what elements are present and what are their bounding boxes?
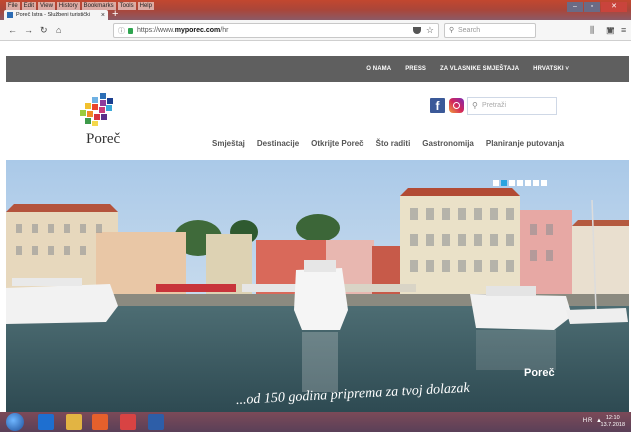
language-select[interactable]: HRVATSKI ˅ — [533, 66, 569, 72]
window-title-bar: File Edit View History Bookmarks Tools H… — [0, 0, 631, 20]
top-links: O NAMA PRESS ZA VLASNIKE SMJEŠTAJA HRVAT… — [366, 56, 569, 82]
navigation-toolbar: ← → ↻ ⌂ ⓘ https://www.myporec.com/hr •••… — [0, 20, 631, 41]
tab-title: Poreč Istra - Službeni turistički — [16, 12, 90, 18]
instagram-icon[interactable] — [449, 98, 464, 113]
firefox-icon[interactable] — [92, 414, 108, 430]
minimize-button[interactable]: – — [567, 2, 583, 12]
tab-close-icon[interactable]: × — [101, 12, 105, 19]
slider-dot[interactable] — [493, 180, 499, 186]
menu-bookmarks[interactable]: Bookmarks — [81, 2, 116, 10]
paint-icon[interactable] — [120, 414, 136, 430]
menu-tools[interactable]: Tools — [117, 2, 136, 10]
forward-icon[interactable]: → — [24, 25, 33, 35]
maximize-button[interactable]: ▫ — [584, 2, 600, 12]
search-icon: ⚲ — [449, 27, 455, 34]
file-explorer-icon[interactable] — [66, 414, 82, 430]
reload-icon[interactable]: ↻ — [40, 25, 48, 35]
menu-view[interactable]: View — [38, 2, 55, 10]
lock-icon — [128, 28, 133, 34]
menu-bar: File Edit View History Bookmarks Tools H… — [6, 2, 154, 10]
pocket-icon[interactable] — [413, 27, 421, 34]
slider-dot[interactable] — [517, 180, 523, 186]
favicon-icon — [7, 12, 13, 18]
slider-dot-active[interactable] — [501, 180, 507, 186]
nav-otkrijte-porec[interactable]: Otkrijte Poreč — [311, 139, 363, 148]
library-icon[interactable]: ⫼ — [590, 25, 594, 35]
menu-help[interactable]: Help — [137, 2, 154, 10]
site-search-input[interactable]: ⚲ Pretraži — [467, 97, 557, 115]
top-link-o-nama[interactable]: O NAMA — [366, 66, 391, 72]
address-bar[interactable]: ⓘ https://www.myporec.com/hr ••• ☆ — [113, 23, 614, 38]
sidebar-icon[interactable]: ▣ — [606, 25, 615, 35]
window-controls: – ▫ ✕ — [566, 2, 627, 12]
slider-dot[interactable] — [533, 180, 539, 186]
site-search-placeholder: Pretraži — [482, 102, 507, 109]
back-icon[interactable]: ← — [8, 25, 17, 35]
url-text[interactable]: https://www.myporec.com/hr — [137, 27, 228, 34]
nav-smjestaj[interactable]: Smještaj — [212, 139, 245, 148]
facebook-icon[interactable]: f — [430, 98, 445, 113]
nav-destinacije[interactable]: Destinacije — [257, 139, 299, 148]
slider-dots — [493, 180, 547, 186]
new-tab-button[interactable]: + — [112, 9, 118, 20]
logo-text[interactable]: Poreč — [86, 131, 120, 148]
close-window-button[interactable]: ✕ — [601, 2, 627, 12]
start-button-icon[interactable] — [6, 413, 24, 431]
clock-date: 13.7.2018 — [600, 422, 625, 428]
home-icon[interactable]: ⌂ — [56, 25, 61, 35]
internet-explorer-icon[interactable] — [38, 414, 54, 430]
menu-history[interactable]: History — [56, 2, 80, 10]
porec-logo-icon[interactable] — [78, 93, 114, 127]
browser-tab[interactable]: Poreč Istra - Službeni turistički × — [4, 10, 108, 20]
menu-edit[interactable]: Edit — [21, 2, 37, 10]
windows-taskbar: HR ▲ 12:10 13.7.2018 — [0, 412, 631, 432]
clock-time: 12:10 — [605, 415, 620, 421]
hero-label: Poreč — [524, 367, 555, 379]
clock[interactable]: 12:10 13.7.2018 — [601, 415, 625, 429]
slider-dot[interactable] — [525, 180, 531, 186]
nav-gastronomija[interactable]: Gastronomija — [422, 139, 474, 148]
hamburger-menu-icon[interactable]: ≡ — [621, 25, 626, 35]
browser-search-box[interactable]: ⚲ Search — [444, 23, 536, 38]
bookmark-star-icon[interactable]: ☆ — [426, 25, 434, 36]
nav-sto-raditi[interactable]: Što raditi — [376, 139, 411, 148]
main-navigation: Smještaj Destinacije Otkrijte Poreč Što … — [212, 139, 564, 148]
slider-dot[interactable] — [509, 180, 515, 186]
slider-dot[interactable] — [541, 180, 547, 186]
top-link-press[interactable]: PRESS — [405, 66, 426, 72]
nav-planiranje[interactable]: Planiranje putovanja — [486, 139, 564, 148]
site-top-bar: O NAMA PRESS ZA VLASNIKE SMJEŠTAJA HRVAT… — [6, 56, 629, 82]
search-placeholder: Search — [458, 27, 481, 34]
word-icon[interactable] — [148, 414, 164, 430]
top-link-owners[interactable]: ZA VLASNIKE SMJEŠTAJA — [440, 66, 519, 72]
site-search-icon: ⚲ — [472, 101, 478, 110]
menu-file[interactable]: File — [6, 2, 20, 10]
info-icon[interactable]: ⓘ — [118, 26, 125, 36]
